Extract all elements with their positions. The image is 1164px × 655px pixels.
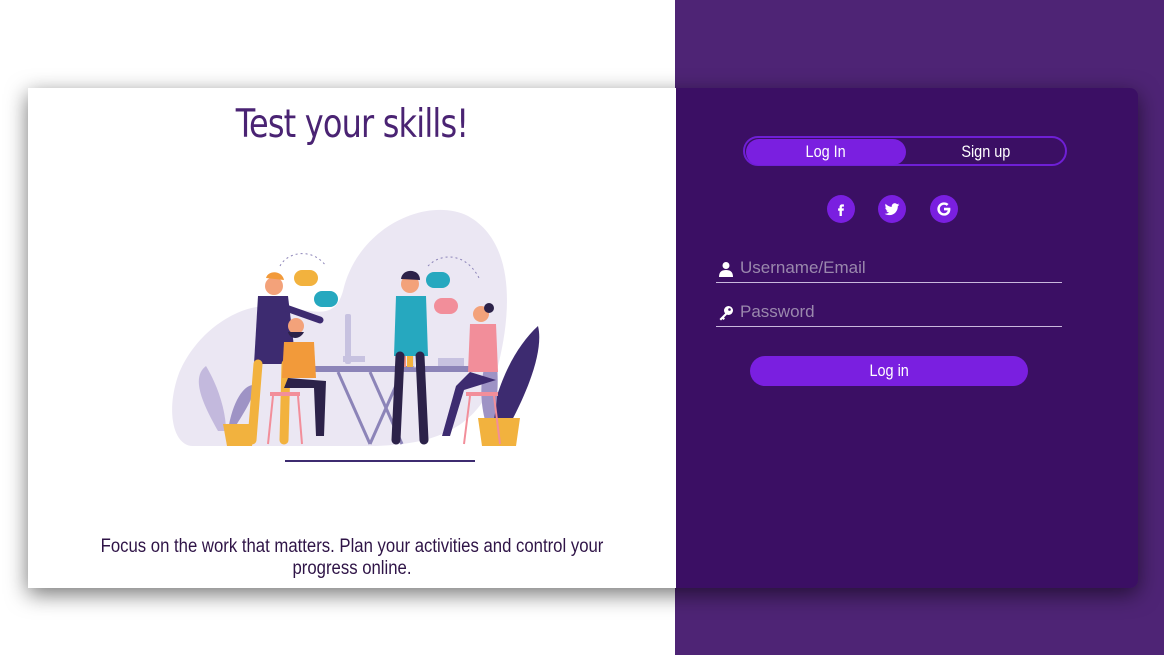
tab-sign-up-label: Sign up (961, 142, 1011, 161)
facebook-icon (838, 204, 844, 216)
log-in-button-label: Log in (869, 361, 909, 380)
auth-tabs: Log In Sign up (743, 136, 1067, 166)
tab-sign-up[interactable]: Sign up (907, 139, 1065, 165)
google-icon (937, 202, 951, 216)
log-in-button[interactable]: Log in (750, 356, 1028, 386)
password-field (716, 298, 1062, 327)
auth-panel: Log In Sign up Username/Email Log in (676, 88, 1138, 588)
user-icon (719, 262, 733, 277)
key-icon (719, 306, 733, 321)
tab-log-in[interactable]: Log In (746, 139, 906, 165)
username-field (716, 254, 1062, 283)
twitter-login-button[interactable] (878, 195, 906, 223)
promo-panel: Test your skills! Focus on the work that… (28, 88, 676, 588)
team-work-illustration (172, 209, 540, 462)
login-card: Test your skills! Focus on the work that… (28, 88, 1138, 588)
tagline: Focus on the work that matters. Plan you… (100, 536, 604, 579)
facebook-login-button[interactable] (827, 195, 855, 223)
twitter-icon (884, 203, 900, 216)
page-title: Test your skills! (235, 102, 469, 147)
google-login-button[interactable] (930, 195, 958, 223)
tab-log-in-label: Log In (805, 142, 847, 161)
password-input[interactable] (740, 301, 1056, 323)
username-input[interactable] (740, 257, 1056, 279)
